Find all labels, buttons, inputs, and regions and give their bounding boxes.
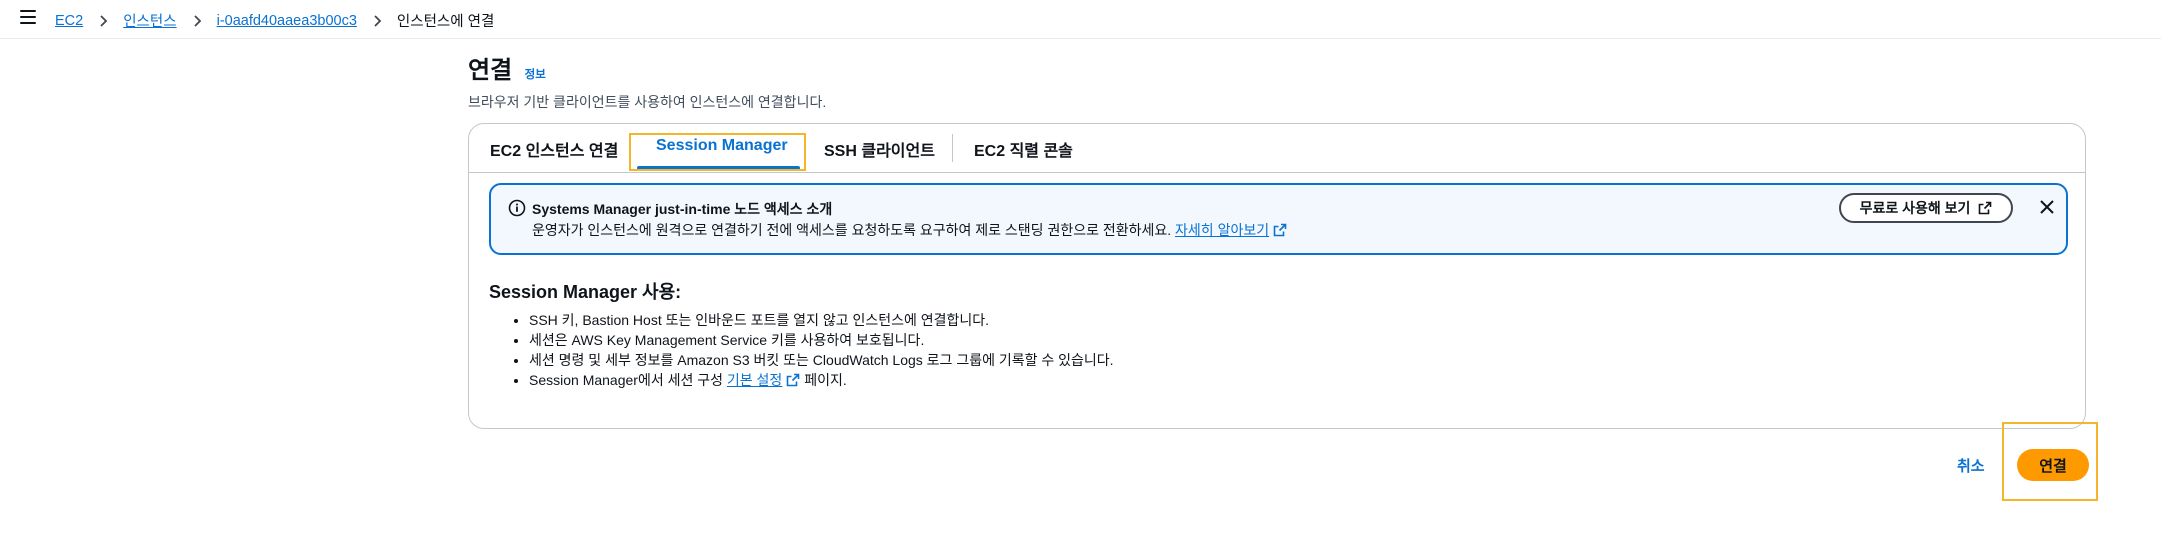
connect-button[interactable]: 연결	[2017, 449, 2089, 481]
alert-body: 운영자가 인스턴스에 원격으로 연결하기 전에 액세스를 요청하도록 요구하여 …	[532, 220, 1287, 240]
feature-list: SSH 키, Bastion Host 또는 인바운드 포트를 열지 않고 인스…	[509, 310, 1114, 390]
learn-more-link[interactable]: 자세히 알아보기	[1175, 222, 1269, 238]
page-title: 연결	[468, 57, 513, 84]
cancel-button[interactable]: 취소	[1957, 455, 1985, 476]
breadcrumb-instances[interactable]: 인스턴스	[123, 10, 176, 31]
breadcrumb-ec2[interactable]: EC2	[55, 13, 83, 29]
chevron-right-icon	[374, 14, 382, 27]
chevron-right-icon	[193, 14, 201, 27]
info-icon	[508, 199, 526, 217]
list-item: Session Manager에서 세션 구성 기본 설정 페이지.	[529, 370, 1114, 390]
try-free-button[interactable]: 무료로 사용해 보기	[1839, 193, 2013, 223]
tab-divider	[952, 134, 953, 162]
info-link[interactable]: 정보	[525, 69, 546, 81]
external-link-icon	[1979, 201, 1992, 215]
breadcrumb-current: 인스턴스에 연결	[396, 14, 495, 30]
page-description: 브라우저 기반 클라이언트를 사용하여 인스턴스에 연결합니다.	[468, 94, 827, 110]
info-alert: Systems Manager just-in-time 노드 액세스 소개 운…	[489, 183, 2068, 255]
list-item-text: Session Manager에서 세션 구성	[529, 372, 724, 388]
menu-icon[interactable]	[20, 10, 36, 24]
tab-ec2-instance-connect[interactable]: EC2 인스턴스 연결	[490, 137, 618, 161]
breadcrumb-instance-id[interactable]: i-0aafd40aaea3b00c3	[217, 13, 357, 29]
tab-ec2-serial-console[interactable]: EC2 직렬 콘솔	[974, 137, 1073, 161]
page-header: 연결 정보 브라우저 기반 클라이언트를 사용하여 인스턴스에 연결합니다.	[468, 50, 2088, 112]
external-link-icon	[787, 373, 800, 387]
try-free-label: 무료로 사용해 보기	[1859, 200, 1971, 216]
alert-body-text: 운영자가 인스턴스에 원격으로 연결하기 전에 액세스를 요청하도록 요구하여 …	[532, 222, 1172, 238]
list-item: SSH 키, Bastion Host 또는 인바운드 포트를 열지 않고 인스…	[529, 310, 1114, 330]
tab-ssh-client[interactable]: SSH 클라이언트	[824, 137, 935, 161]
list-item: 세션은 AWS Key Management Service 키를 사용하여 보…	[529, 330, 1114, 350]
connect-container: EC2 인스턴스 연결 Session Manager SSH 클라이언트 EC…	[468, 123, 2086, 429]
tab-bar: EC2 인스턴스 연결 Session Manager SSH 클라이언트 EC…	[469, 124, 2085, 173]
highlight-box	[629, 133, 806, 171]
close-icon[interactable]	[2038, 198, 2056, 216]
list-item-text: 페이지.	[804, 372, 847, 388]
chevron-right-icon	[100, 14, 108, 27]
section-title: Session Manager 사용:	[489, 282, 682, 302]
breadcrumb: EC2 인스턴스 i-0aafd40aaea3b00c3 인스턴스에 연결	[55, 10, 494, 31]
top-bar: EC2 인스턴스 i-0aafd40aaea3b00c3 인스턴스에 연결	[0, 0, 2161, 39]
alert-title: Systems Manager just-in-time 노드 액세스 소개	[532, 201, 833, 217]
list-item: 세션 명령 및 세부 정보를 Amazon S3 버킷 또는 CloudWatc…	[529, 350, 1114, 370]
external-link-icon	[1273, 223, 1287, 237]
preferences-link[interactable]: 기본 설정	[727, 372, 782, 388]
